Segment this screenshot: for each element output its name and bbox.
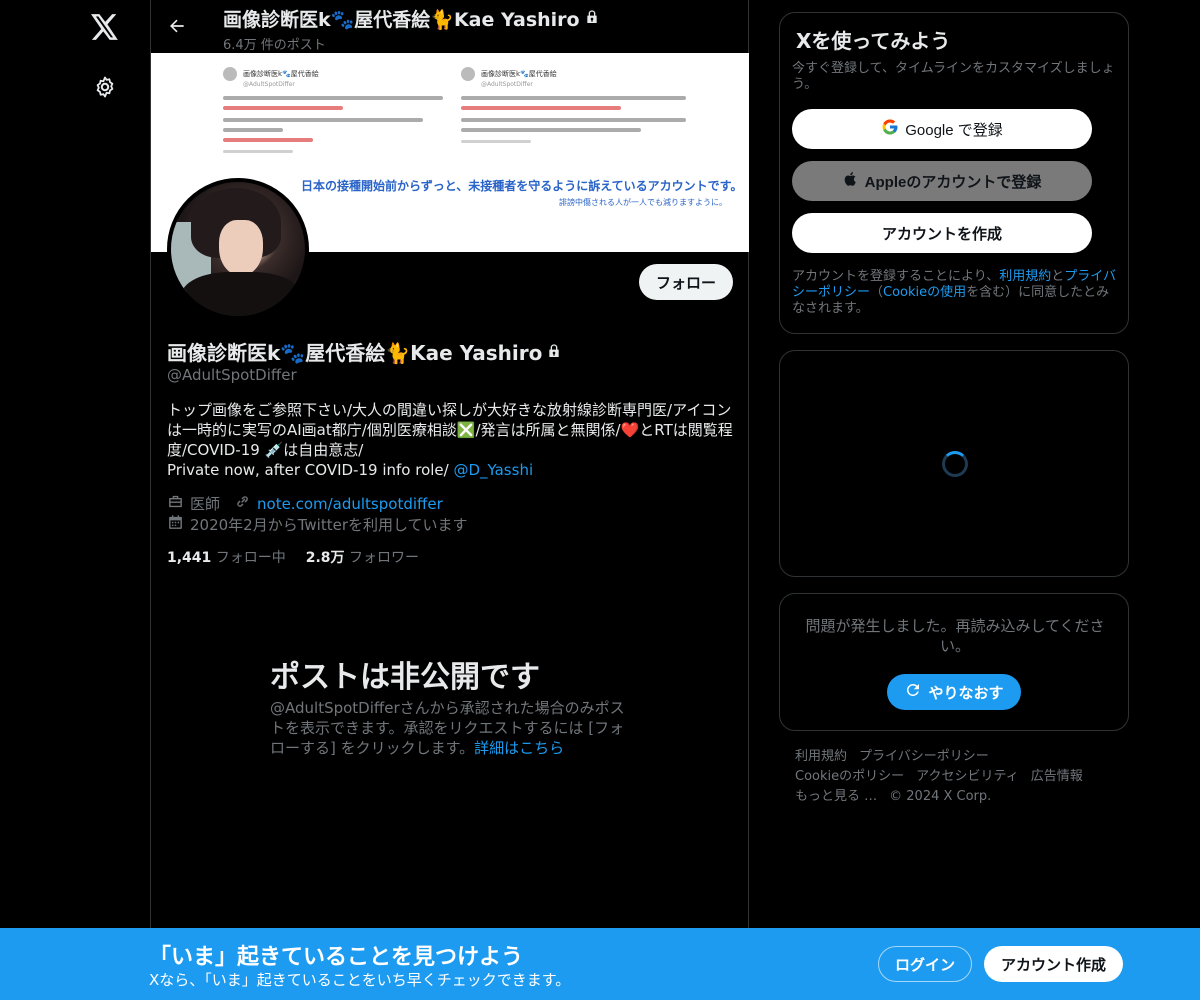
bio-mention-link[interactable]: @D_Yasshi (453, 461, 533, 479)
terms-text: と (1051, 269, 1065, 284)
banner-caption: 日本の接種開始前からずっと、未接種者を守るように訴えているアカウントです。 (301, 179, 743, 193)
profile-avatar[interactable] (167, 178, 309, 320)
banner-card-avatar (223, 67, 237, 81)
error-message: 問題が発生しました。再読み込みしてください。 (805, 617, 1105, 655)
bottom-create-account-button[interactable]: アカウント作成 (984, 946, 1123, 982)
apple-signup-button[interactable]: Appleのアカウントで登録 (792, 161, 1092, 201)
terms-text: （ (870, 285, 884, 300)
briefcase-icon (167, 493, 184, 514)
cookie-use-link[interactable]: Cookieの使用 (883, 285, 966, 300)
banner-tweet-card: 画像診断医k🐾屋代香絵 @AdultSpotDiffer (223, 67, 453, 177)
profile-header-bar: 画像診断医k🐾屋代香絵🐈Kae Yashiro 6.4万 件のポスト (151, 0, 749, 53)
banner-tweet-card: 画像診断医k🐾屋代香絵 @AdultSpotDiffer (461, 67, 691, 177)
refresh-icon (904, 681, 922, 703)
link-icon (234, 493, 251, 514)
bottom-bar-subtitle: Xなら、「いま」起きていることをいち早くチェックできます。 (149, 971, 571, 989)
footer-terms-link[interactable]: 利用規約 (795, 747, 847, 767)
footer-cookie-link[interactable]: Cookieのポリシー (795, 767, 904, 787)
display-name-text: 画像診断医k🐾屋代香絵🐈Kae Yashiro (167, 341, 543, 365)
follow-button[interactable]: フォロー (639, 264, 733, 300)
following-count: 1,441 (167, 550, 212, 566)
retry-label: やりなおす (928, 684, 1004, 702)
display-name: 画像診断医k🐾屋代香絵🐈Kae Yashiro (167, 337, 562, 366)
calendar-icon (167, 514, 184, 535)
bio-line: Private now, after COVID-19 info role/ (167, 461, 454, 479)
signup-panel: Xを使ってみよう 今すぐ登録して、タイムラインをカスタマイズしましょう。 Goo… (779, 12, 1129, 334)
footer-privacy-link[interactable]: プライバシーポリシー (859, 747, 989, 767)
banner-card-avatar (461, 67, 475, 81)
signup-terms: アカウントを登録することにより、利用規約とプライバシーポリシー（Cookieの使… (792, 269, 1118, 317)
private-posts-title: ポストは非公開です (270, 660, 540, 695)
banner-card-handle: @AdultSpotDiffer (481, 81, 533, 88)
create-account-button[interactable]: アカウントを作成 (792, 213, 1092, 253)
profession-text: 医師 (190, 495, 221, 513)
private-posts-description: @AdultSpotDifferさんから承認された場合のみポストを表示できます。… (270, 698, 630, 758)
lock-icon (584, 8, 600, 30)
google-signup-button[interactable]: Google で登録 (792, 109, 1092, 149)
x-logo-icon[interactable] (88, 10, 122, 44)
learn-more-link[interactable]: 詳細はこちら (474, 739, 564, 757)
apple-signup-label: Appleのアカウントで登録 (864, 173, 1042, 191)
lock-icon (546, 340, 562, 364)
footer-copyright: © 2024 X Corp. (889, 789, 992, 804)
bio-text: トップ画像をご参照下さい/大人の間違い探しが大好きな放射線診断専門医/アイコンは… (167, 401, 733, 459)
back-arrow-icon[interactable] (163, 12, 191, 40)
following-label: フォロー中 (215, 550, 286, 566)
error-panel: 問題が発生しました。再読み込みしてください。 やりなおす (779, 593, 1129, 731)
footer-accessibility-link[interactable]: アクセシビリティ (916, 767, 1019, 787)
user-handle: @AdultSpotDiffer (167, 366, 297, 384)
profile-joined: 2020年2月からTwitterを利用しています (167, 514, 468, 535)
signup-title: Xを使ってみよう (796, 29, 951, 53)
banner-caption-small: 誹謗中傷される人が一人でも減りますように。 (559, 198, 727, 207)
signup-bottom-bar: 「いま」起きていることを見つけよう Xなら、「いま」起きていることをいち早くチェ… (0, 928, 1200, 1000)
loading-panel (779, 350, 1129, 577)
followers-label: フォロワー (349, 550, 420, 566)
google-signup-label: Google で登録 (905, 121, 1003, 139)
banner-card-name: 画像診断医k🐾屋代香絵 (481, 70, 557, 78)
terms-link[interactable]: 利用規約 (999, 269, 1051, 284)
follow-stats: 1,441 フォロー中 2.8万 フォロワー (167, 547, 419, 567)
footer-links: 利用規約 プライバシーポリシー Cookieのポリシー アクセシビリティ 広告情… (795, 747, 1125, 807)
followers-count: 2.8万 (305, 550, 345, 566)
apple-icon (843, 170, 859, 192)
website-link[interactable]: note.com/adultspotdiffer (257, 495, 443, 513)
private-desc-text: @AdultSpotDifferさんから承認された場合のみポストを表示できます。… (270, 699, 625, 757)
footer-ads-link[interactable]: 広告情報 (1031, 767, 1083, 787)
loading-spinner-icon (942, 451, 968, 477)
profile-meta: 医師 note.com/adultspotdiffer (167, 493, 443, 514)
retry-button[interactable]: やりなおす (887, 674, 1021, 710)
login-button[interactable]: ログイン (878, 946, 972, 982)
banner-card-name: 画像診断医k🐾屋代香絵 (243, 70, 319, 78)
profile-bio: トップ画像をご参照下さい/大人の間違い探しが大好きな放射線診断専門医/アイコンは… (167, 400, 739, 480)
followers-link[interactable]: 2.8万 フォロワー (306, 547, 419, 567)
header-title-text: 画像診断医k🐾屋代香絵🐈Kae Yashiro (223, 9, 580, 31)
settings-gear-icon[interactable] (88, 70, 122, 104)
profile-column: 画像診断医k🐾屋代香絵🐈Kae Yashiro 6.4万 件のポスト 画像診断医… (150, 0, 749, 1000)
bottom-bar-title: 「いま」起きていることを見つけよう (149, 945, 524, 970)
following-link[interactable]: 1,441 フォロー中 (167, 547, 286, 567)
google-icon (881, 118, 899, 140)
signup-subtitle: 今すぐ登録して、タイムラインをカスタマイズしましょう。 (792, 61, 1115, 92)
footer-more-link[interactable]: もっと見る … (795, 787, 877, 807)
left-navigation (0, 0, 150, 1000)
header-title: 画像診断医k🐾屋代香絵🐈Kae Yashiro (223, 5, 600, 32)
banner-card-handle: @AdultSpotDiffer (243, 81, 295, 88)
joined-date: 2020年2月からTwitterを利用しています (190, 516, 468, 534)
post-count: 6.4万 件のポスト (223, 38, 326, 53)
terms-text: アカウントを登録することにより、 (792, 269, 1000, 284)
